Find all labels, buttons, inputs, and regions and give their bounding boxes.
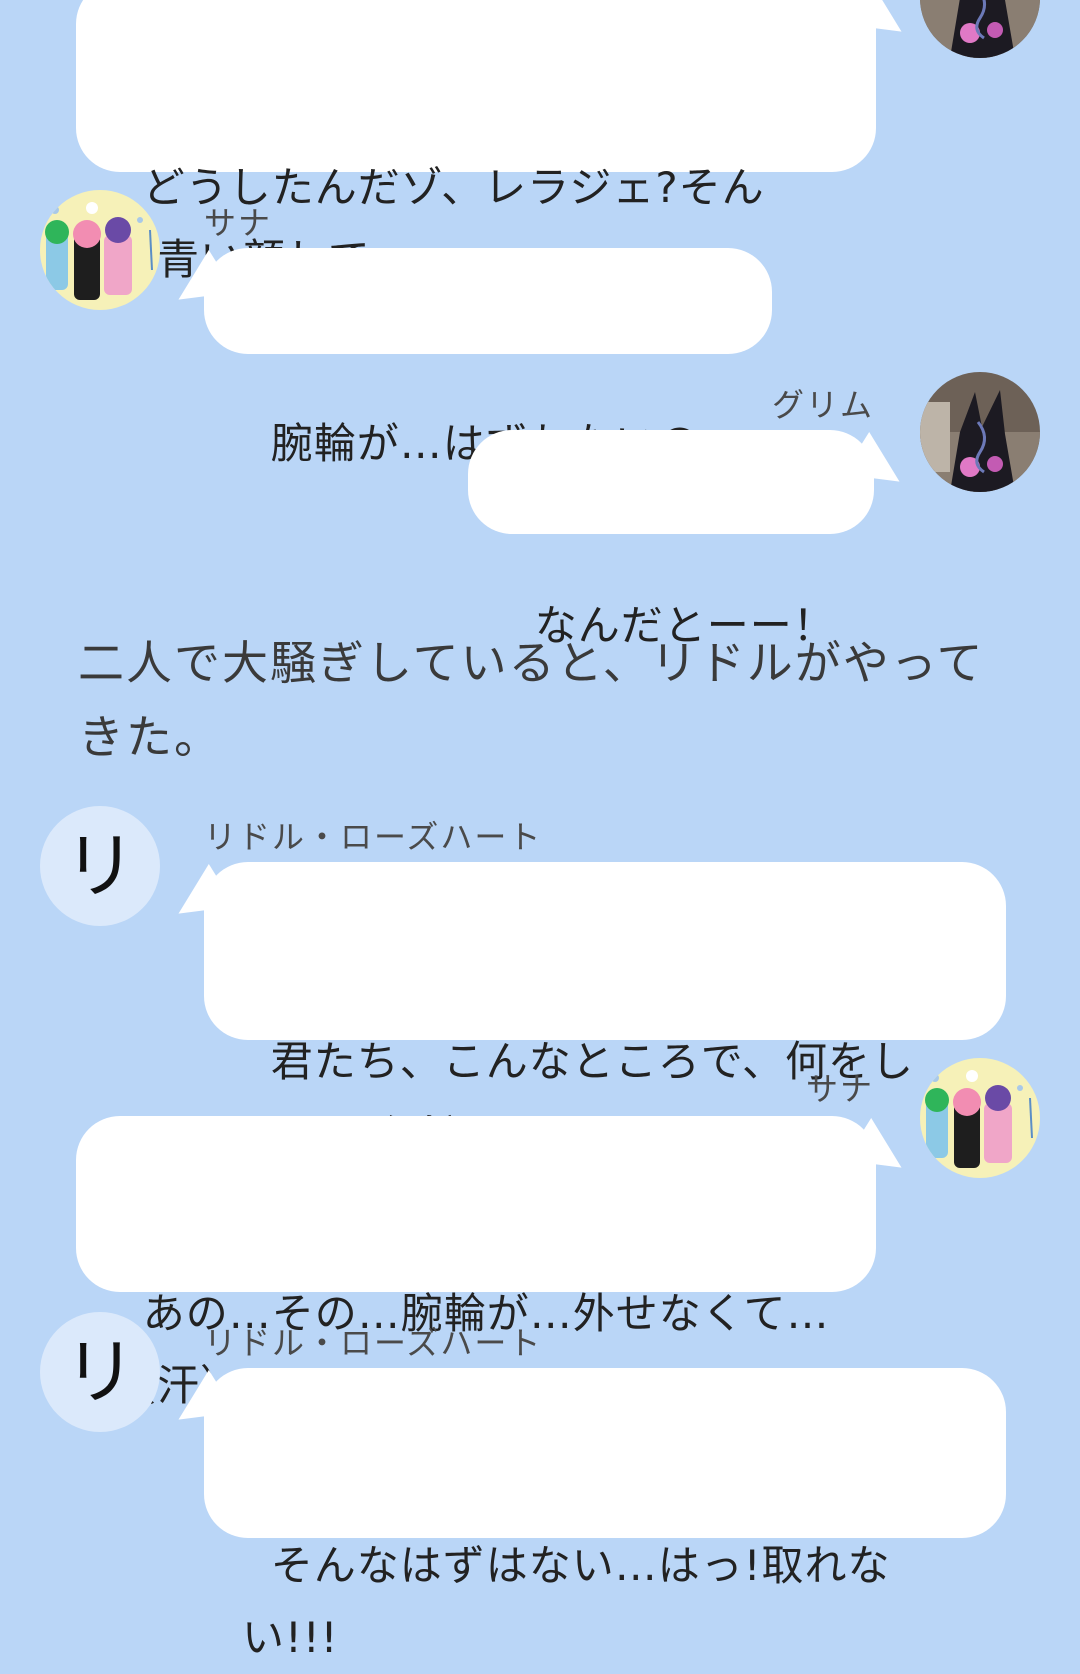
bubble-tail — [842, 432, 914, 502]
riddle-avatar-icon[interactable]: リ — [40, 1312, 160, 1432]
message-bubble-3: なんだとーー！ — [468, 430, 914, 650]
message-text: そんなはずはない…はっ!取れな い!!! — [242, 1541, 891, 1662]
bubble-tail — [164, 864, 236, 934]
message-bubble-4: 君たち、こんなところで、何をし ているんだい? — [164, 862, 1006, 1158]
message-bubble-2: 腕輪が…はずれないの… — [164, 248, 772, 468]
sender-name: サナ — [806, 1070, 875, 1108]
sender-name: リドル・ローズハート — [204, 1324, 543, 1362]
sana-avatar-icon[interactable] — [920, 1058, 1040, 1178]
narration-text: 二人で大騒ぎしていると、リドルがやって きた。 — [78, 636, 985, 764]
bubble-tail — [844, 0, 916, 52]
message-bubble-5: あの…その…腕輪が…外せなくて… （汗） — [76, 1116, 916, 1410]
message-bubble-6: そんなはずはない…はっ!取れな い!!! — [164, 1368, 1006, 1662]
grim-avatar-icon[interactable] — [920, 372, 1040, 492]
sana-avatar-icon[interactable] — [40, 190, 160, 310]
riddle-avatar-icon[interactable]: リ — [40, 806, 160, 926]
sender-name: リドル・ローズハート — [204, 818, 543, 856]
sender-name: サナ — [204, 204, 273, 242]
sender-name: グリム — [772, 386, 875, 424]
grim-avatar-icon[interactable] — [920, 0, 1040, 58]
message-bubble-1: どうしたんだゾ、レラジェ?そん な青い顔して — [76, 0, 916, 284]
bubble-tail — [844, 1118, 916, 1188]
